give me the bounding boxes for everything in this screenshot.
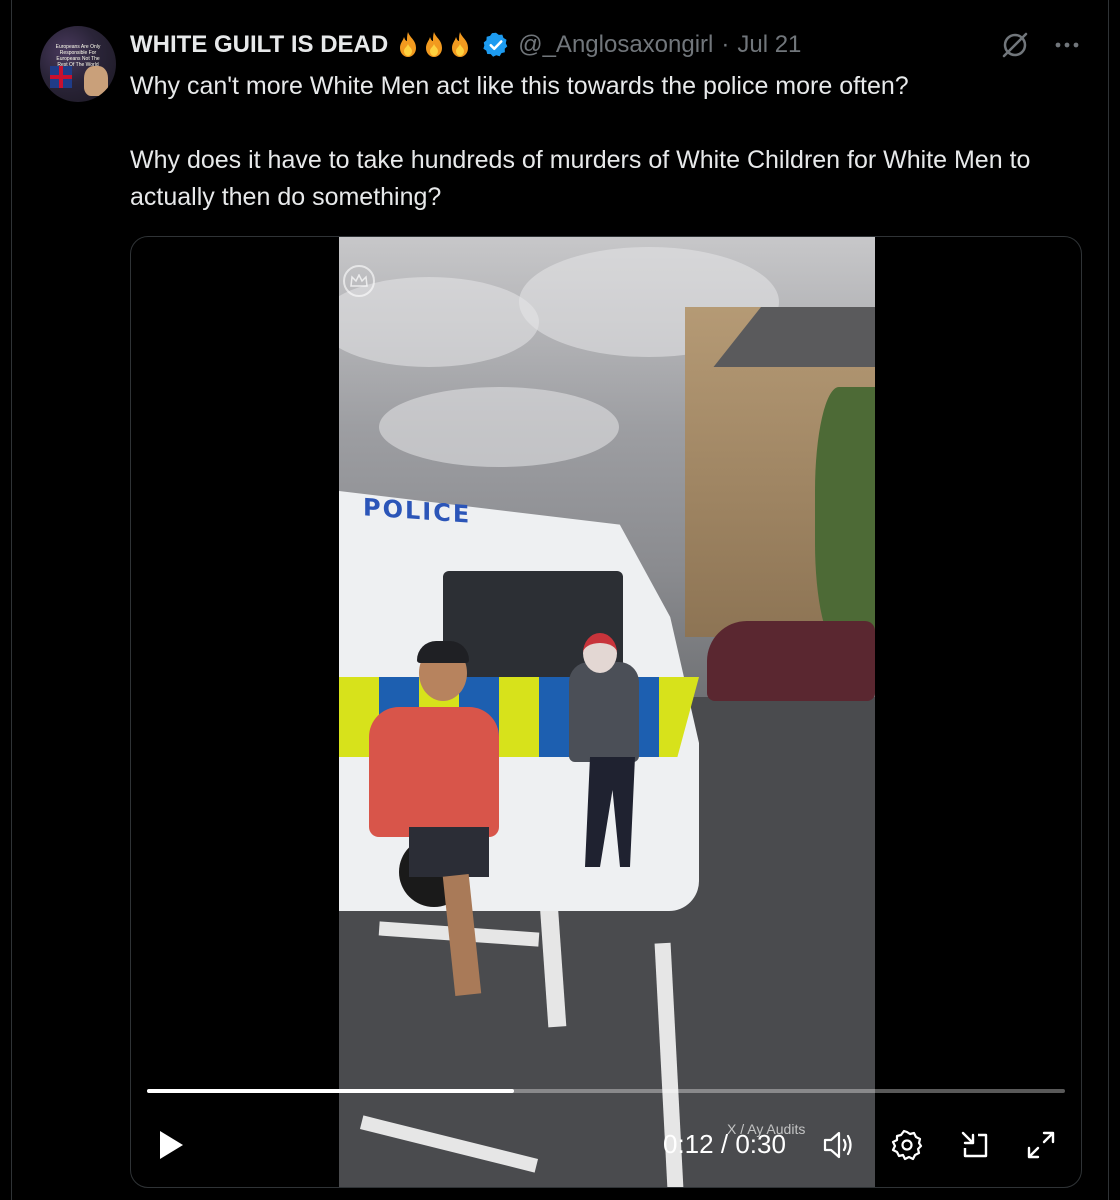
cloud-shape [379, 387, 619, 467]
tree-shape [815, 387, 875, 647]
person-shape [569, 662, 639, 762]
current-time: 0:12 [663, 1129, 714, 1159]
author-handle[interactable]: @_Anglosaxongirl [518, 31, 713, 59]
more-icon[interactable] [1054, 40, 1080, 50]
post-header: WHITE GUILT IS DEAD @_Anglosaxongirl · J… [130, 30, 801, 60]
post-tools [1000, 30, 1080, 60]
video-controls: 0:12 / 0:30 [131, 1123, 1081, 1167]
volume-icon[interactable] [821, 1127, 857, 1163]
person-shape [369, 707, 499, 837]
header-separator: · [721, 31, 730, 58]
fullscreen-icon[interactable] [1023, 1127, 1059, 1163]
progress-bar[interactable] [147, 1089, 1065, 1093]
time-display: 0:12 / 0:30 [663, 1129, 786, 1160]
avatar-caption: Europeans Are Only Responsible For Europ… [55, 44, 101, 68]
avatar[interactable]: Europeans Are Only Responsible For Europ… [40, 26, 116, 102]
settings-icon[interactable] [889, 1127, 925, 1163]
cap-shape [417, 641, 469, 663]
avatar-portrait [84, 66, 108, 96]
play-icon[interactable] [153, 1127, 189, 1163]
post-paragraph: Why can't more White Men act like this t… [130, 72, 909, 100]
time-separator: / [720, 1129, 729, 1159]
emoji-group [396, 31, 474, 59]
dock-icon[interactable] [957, 1127, 993, 1163]
display-name[interactable]: WHITE GUILT IS DEAD [130, 31, 388, 59]
crown-icon [343, 265, 375, 297]
fire-emoji-icon [422, 31, 446, 59]
union-flag-icon [50, 66, 72, 88]
video-player[interactable]: POLICE X / Ay Audits 0:12 / 0:30 [130, 236, 1082, 1188]
car-shape [707, 621, 875, 701]
progress-fill [147, 1089, 515, 1093]
post-text: Why can't more White Men act like this t… [130, 68, 1080, 216]
video-frame[interactable]: POLICE X / Ay Audits [339, 237, 875, 1187]
fire-emoji-icon [448, 31, 472, 59]
post-date[interactable]: Jul 21 [737, 31, 801, 59]
duration: 0:30 [735, 1129, 786, 1159]
person-head-shape [583, 633, 617, 673]
verified-badge-icon[interactable] [482, 31, 510, 59]
post-paragraph: Why does it have to take hundreds of mur… [130, 146, 1031, 211]
shorts-shape [409, 827, 489, 877]
grok-icon[interactable] [1000, 30, 1030, 60]
fire-emoji-icon [396, 31, 420, 59]
